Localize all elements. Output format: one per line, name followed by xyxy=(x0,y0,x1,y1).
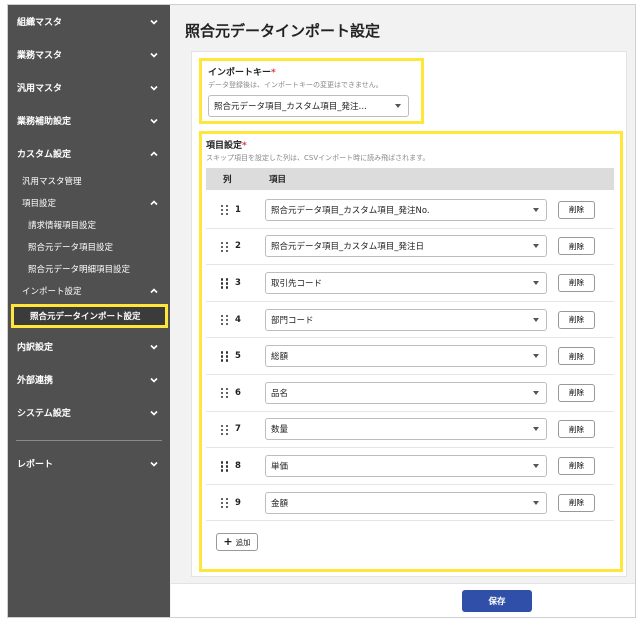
sidebar-item-source-data-import-settings[interactable]: 照合元データインポート設定 xyxy=(11,304,168,328)
sidebar-item-source-detail-item-settings[interactable]: 照合元データ明細項目設定 xyxy=(8,258,170,280)
chevron-up-icon xyxy=(148,197,160,209)
sidebar-item-billing-item-settings[interactable]: 請求情報項目設定 xyxy=(8,214,170,236)
items-highlight xyxy=(199,131,623,572)
sidebar-item-external-integration[interactable]: 外部連携 xyxy=(8,363,170,396)
sidebar-item-custom-settings[interactable]: カスタム設定 xyxy=(8,137,170,170)
sidebar-item-business-master[interactable]: 業務マスタ xyxy=(8,38,170,71)
sidebar-item-report[interactable]: レポート xyxy=(8,447,170,480)
chevron-up-icon xyxy=(148,285,160,297)
chevron-down-icon xyxy=(148,16,160,28)
sidebar-item-system-settings[interactable]: システム設定 xyxy=(8,396,170,429)
sidebar-item-generic-master-manage[interactable]: 汎用マスタ管理 xyxy=(8,170,170,192)
chevron-down-icon xyxy=(148,458,160,470)
chevron-down-icon xyxy=(148,49,160,61)
sidebar-item-label: 汎用マスタ xyxy=(17,84,63,94)
chevron-up-icon xyxy=(148,148,160,160)
sidebar-item-breakdown-settings[interactable]: 内訳設定 xyxy=(8,330,170,363)
chevron-down-icon xyxy=(148,341,160,353)
app-window: 組織マスタ 業務マスタ 汎用マスタ 業務補助設定 カスタム設定 汎用マスタ管理 … xyxy=(7,4,636,618)
sidebar-item-label: 業務補助設定 xyxy=(17,117,72,127)
sidebar-item-generic-master[interactable]: 汎用マスタ xyxy=(8,71,170,104)
save-button[interactable]: 保存 xyxy=(462,590,532,612)
chevron-down-icon xyxy=(148,82,160,94)
chevron-down-icon xyxy=(148,374,160,386)
sidebar-item-source-data-item-settings[interactable]: 照合元データ項目設定 xyxy=(8,236,170,258)
chevron-down-icon xyxy=(148,115,160,127)
sidebar-item-org-master[interactable]: 組織マスタ xyxy=(8,5,170,38)
footer-bar: 保存 xyxy=(171,583,635,617)
sidebar-item-import-settings[interactable]: インポート設定 xyxy=(8,280,170,302)
page-title: 照合元データインポート設定 xyxy=(185,22,381,40)
sidebar-item-label: 業務マスタ xyxy=(17,51,63,61)
import-key-highlight xyxy=(199,58,424,124)
sidebar: 組織マスタ 業務マスタ 汎用マスタ 業務補助設定 カスタム設定 汎用マスタ管理 … xyxy=(8,5,170,617)
sidebar-item-label: カスタム設定 xyxy=(17,150,72,160)
chevron-down-icon xyxy=(148,407,160,419)
main-content: 照合元データインポート設定 インポートキー* データ登録後は、インポートキーの変… xyxy=(171,5,635,617)
sidebar-item-label: 組織マスタ xyxy=(17,18,63,28)
sidebar-item-business-support[interactable]: 業務補助設定 xyxy=(8,104,170,137)
sidebar-divider xyxy=(16,440,162,441)
sidebar-item-item-settings[interactable]: 項目設定 xyxy=(8,192,170,214)
